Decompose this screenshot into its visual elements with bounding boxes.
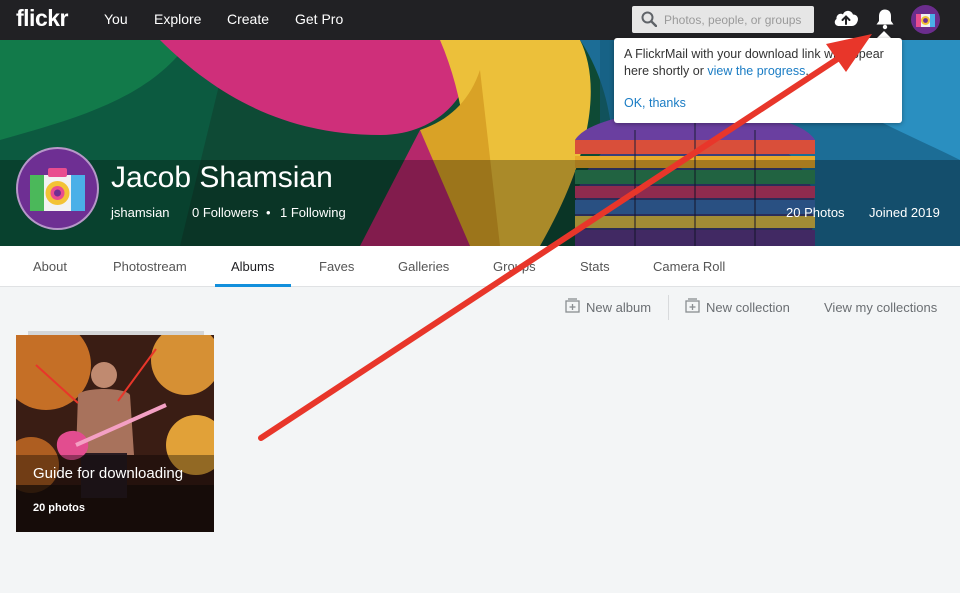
notification-message: A FlickrMail with your download link wil…: [624, 46, 896, 80]
nav-link-get-pro[interactable]: Get Pro: [295, 11, 343, 27]
toolbar-divider: [668, 295, 669, 320]
new-album-button[interactable]: New album: [586, 300, 651, 315]
notification-popover: A FlickrMail with your download link wil…: [614, 38, 902, 123]
album-title: Guide for downloading: [33, 465, 184, 482]
notification-message-end: .: [805, 64, 809, 78]
notification-bell-icon[interactable]: [875, 8, 895, 30]
tab-galleries[interactable]: Galleries: [398, 259, 449, 274]
joined-date: Joined 2019: [869, 205, 940, 220]
tab-faves[interactable]: Faves: [319, 259, 354, 274]
profile-tabs: About Photostream Albums Faves Galleries…: [0, 246, 960, 287]
search-icon: [641, 11, 657, 27]
tab-groups[interactable]: Groups: [493, 259, 536, 274]
tab-albums[interactable]: Albums: [231, 259, 274, 274]
album-photo-count: 20 photos: [33, 502, 85, 514]
album-card[interactable]: Guide for downloading 20 photos: [16, 335, 214, 532]
view-collections-link[interactable]: View my collections: [824, 300, 937, 315]
following-link[interactable]: 1 Following: [280, 205, 346, 220]
new-collection-icon[interactable]: [685, 298, 700, 313]
search-input[interactable]: [664, 10, 809, 29]
camera-avatar-icon: [30, 168, 85, 211]
profile-avatar[interactable]: [16, 147, 99, 230]
photo-count: 20 Photos: [786, 205, 845, 220]
top-navigation-bar: flickr You Explore Create Get Pro: [0, 0, 960, 40]
nav-link-you[interactable]: You: [104, 11, 128, 27]
followers-link[interactable]: 0 Followers: [192, 205, 258, 220]
tab-camera-roll[interactable]: Camera Roll: [653, 259, 725, 274]
tab-about[interactable]: About: [33, 259, 67, 274]
tab-photostream[interactable]: Photostream: [113, 259, 187, 274]
new-collection-button[interactable]: New collection: [706, 300, 790, 315]
new-album-icon[interactable]: [565, 298, 580, 313]
tab-stats[interactable]: Stats: [580, 259, 610, 274]
active-tab-indicator: [215, 284, 291, 287]
flickr-logo[interactable]: flickr: [16, 5, 68, 32]
profile-username: jshamsian: [111, 205, 170, 220]
nav-link-explore[interactable]: Explore: [154, 11, 201, 27]
user-avatar[interactable]: [911, 5, 940, 34]
camera-avatar-icon: [916, 14, 935, 27]
view-progress-link[interactable]: view the progress: [707, 64, 805, 78]
nav-link-create[interactable]: Create: [227, 11, 269, 27]
profile-name: Jacob Shamsian: [111, 161, 333, 194]
meta-separator: •: [266, 205, 271, 220]
ok-thanks-button[interactable]: OK, thanks: [624, 96, 686, 110]
upload-cloud-icon[interactable]: [833, 8, 859, 28]
search-box[interactable]: [632, 6, 814, 33]
